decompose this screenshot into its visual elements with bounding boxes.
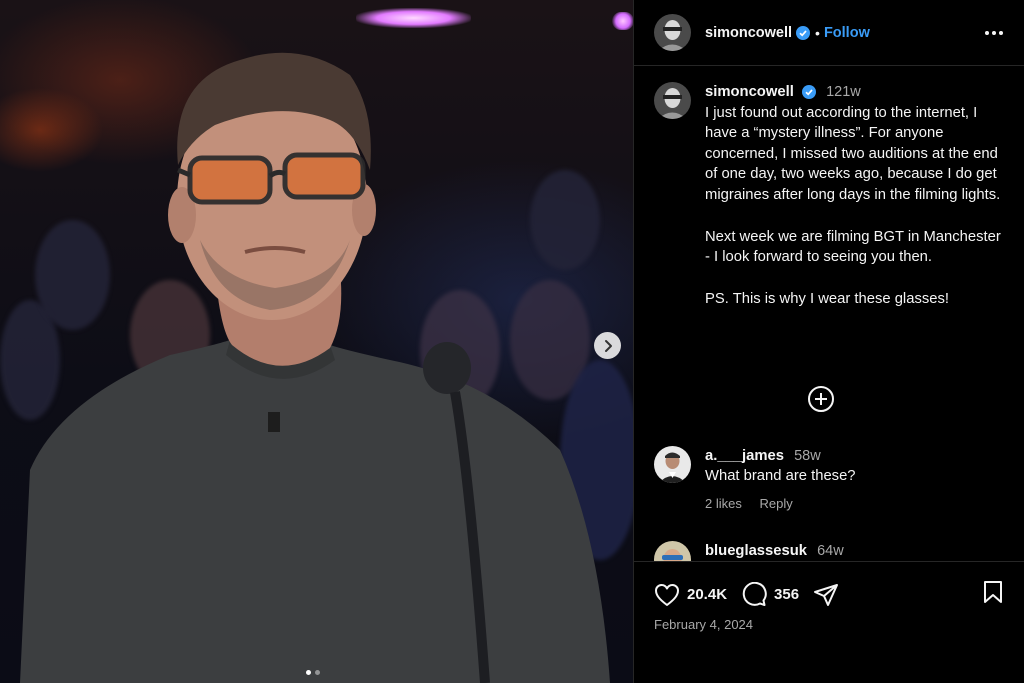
comment-item: a.___james 58w What brand are these? 2 l… — [654, 446, 1004, 514]
carousel-next-button[interactable] — [594, 332, 621, 359]
chevron-right-icon — [604, 339, 612, 352]
post-actions: 20.4K 356 February 4, 2024 — [634, 561, 1024, 683]
bookmark-icon — [984, 581, 1002, 603]
save-button[interactable] — [982, 580, 1004, 609]
comment-bubble-icon — [742, 581, 767, 606]
caption-paragraph: PS. This is why I wear these glasses! — [705, 290, 949, 307]
comment-timestamp[interactable]: 58w — [794, 448, 821, 464]
avatar[interactable] — [654, 14, 691, 51]
heart-icon — [655, 583, 679, 606]
carousel-dot — [315, 670, 320, 675]
caption-timestamp[interactable]: 121w — [826, 84, 861, 100]
more-horizontal-icon[interactable] — [984, 30, 1004, 36]
comment-timestamp[interactable]: 64w — [817, 543, 844, 559]
comments-count[interactable]: 356 — [774, 586, 799, 603]
likes-count[interactable]: 20.4K — [687, 586, 727, 603]
follow-button[interactable]: Follow — [824, 25, 870, 41]
comment-text: What brand are these? — [705, 468, 856, 484]
verified-badge-icon — [801, 85, 816, 100]
post-caption: simoncowell 121w I just found out accord… — [654, 82, 1004, 309]
avatar[interactable] — [654, 446, 691, 483]
post-header: simoncowell • Follow — [634, 0, 1024, 66]
comment-button[interactable]: 356 — [741, 581, 799, 608]
send-icon — [814, 583, 839, 606]
share-button[interactable] — [813, 583, 839, 607]
carousel-indicator — [306, 670, 320, 675]
caption-username[interactable]: simoncowell — [705, 84, 794, 100]
avatar[interactable] — [654, 541, 691, 561]
post-date[interactable]: February 4, 2024 — [654, 617, 753, 632]
post-side-panel: simoncowell • Follow simoncowell 121w I … — [633, 0, 1024, 683]
comment-username[interactable]: blueglassesuk — [705, 543, 807, 559]
caption-text: I just found out according to the intern… — [705, 103, 1004, 310]
verified-badge-icon — [796, 25, 811, 40]
reply-button[interactable]: Reply — [759, 496, 792, 511]
comment-username[interactable]: a.___james — [705, 448, 784, 464]
plus-circle-icon[interactable] — [806, 384, 836, 414]
username[interactable]: simoncowell — [705, 25, 792, 41]
like-button[interactable]: 20.4K — [654, 583, 727, 607]
comment-item: blueglassesuk 64w — [654, 541, 1004, 561]
comments-scroll-area[interactable]: simoncowell 121w I just found out accord… — [634, 66, 1024, 561]
comment-likes[interactable]: 2 likes — [705, 496, 742, 511]
caption-paragraph: Next week we are filming BGT in Manchest… — [705, 228, 1001, 266]
carousel-dot — [306, 670, 311, 675]
avatar[interactable] — [654, 82, 691, 119]
separator-dot: • — [815, 24, 820, 41]
caption-paragraph: I just found out according to the intern… — [705, 104, 1001, 203]
post-media[interactable] — [0, 0, 633, 683]
person-photo — [20, 52, 610, 683]
